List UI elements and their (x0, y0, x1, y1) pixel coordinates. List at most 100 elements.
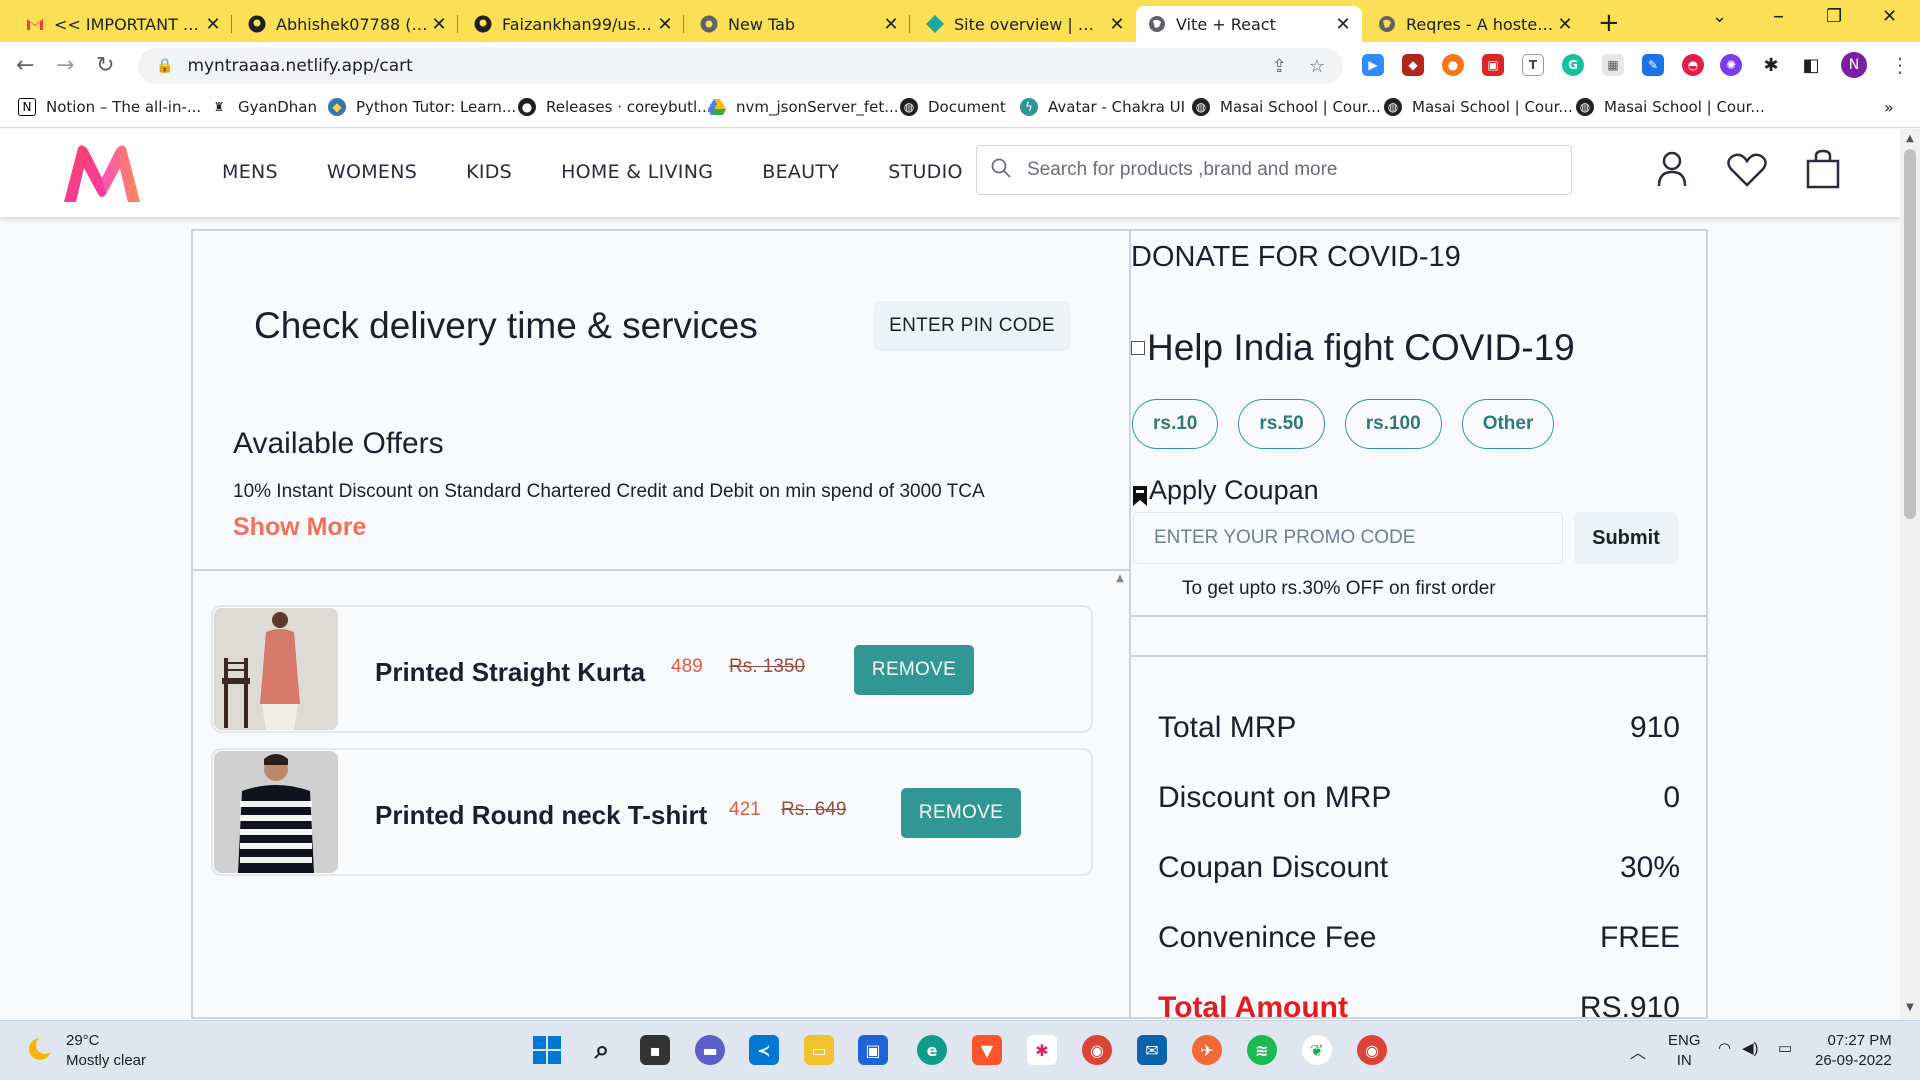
bag-icon[interactable] (1806, 149, 1840, 193)
language-indicator[interactable]: ENG IN (1668, 1031, 1701, 1071)
donate-amount-button[interactable]: rs.10 (1132, 399, 1219, 449)
bookmark-item[interactable]: ♜ GyanDhan (210, 98, 317, 116)
menu-dots-icon[interactable]: ⋮ (1890, 53, 1910, 77)
minimize-icon[interactable]: – (1773, 4, 1784, 29)
cart-scrollbar[interactable]: ▲ (1111, 573, 1129, 1013)
donate-amount-button[interactable]: rs.100 (1344, 399, 1442, 449)
nav-beauty[interactable]: BEAUTY (762, 161, 839, 183)
url-field[interactable]: 🔒 myntraaaa.netlify.app/cart ⇪ ☆ (138, 48, 1343, 84)
submit-button[interactable]: Submit (1574, 512, 1678, 564)
ublock-extension-icon[interactable]: ◆ (1402, 54, 1424, 76)
close-icon[interactable]: ✕ (430, 14, 448, 35)
new-tab-icon[interactable]: + (1598, 8, 1620, 38)
bookmark-star-icon[interactable]: ☆ (1309, 56, 1325, 77)
back-icon[interactable]: ← (16, 53, 34, 78)
chat-icon[interactable]: ▬ (695, 1035, 725, 1065)
close-icon[interactable]: ✕ (656, 14, 674, 35)
bookmarks-overflow[interactable]: » (1884, 98, 1894, 117)
close-icon[interactable]: ✕ (204, 14, 222, 35)
show-more-link[interactable]: Show More (233, 513, 366, 542)
extension-icon[interactable]: ● (1442, 54, 1464, 76)
windows-start-icon[interactable] (532, 1035, 562, 1065)
browser-tab[interactable]: << IMPORTANT READ ✕ (14, 6, 232, 42)
browser-tab[interactable]: Abhishek07788 (ABHI ✕ (236, 6, 458, 42)
myntra-logo[interactable] (62, 144, 142, 206)
close-icon[interactable]: ✕ (1334, 14, 1352, 35)
mongodb-icon[interactable]: ❦ (1302, 1035, 1332, 1065)
nav-studio[interactable]: STUDIO (888, 161, 963, 183)
bookmark-item[interactable]: N Notion – The all-in-... (18, 98, 201, 116)
browser-tab[interactable]: Reqres - A hosted RES ✕ (1366, 6, 1584, 42)
nav-kids[interactable]: KIDS (466, 161, 512, 183)
bookmark-item[interactable]: ϟ Avatar - Chakra UI (1020, 98, 1185, 116)
chrome-profile-icon[interactable]: ◉ (1357, 1035, 1387, 1065)
donate-amount-button[interactable]: rs.50 (1238, 399, 1325, 449)
color-picker-icon[interactable]: ✺ (1720, 54, 1742, 76)
video-extension-icon[interactable]: ▣ (1482, 54, 1504, 76)
enter-pin-code-button[interactable]: ENTER PIN CODE (874, 301, 1070, 351)
forward-icon[interactable]: → (56, 53, 74, 78)
close-icon[interactable]: ✕ (882, 14, 900, 35)
weather-widget[interactable]: 29°C Mostly clear (26, 1031, 146, 1071)
share-icon[interactable]: ⇪ (1272, 56, 1287, 77)
postman-icon[interactable]: ✈ (1192, 1035, 1222, 1065)
page-scrollbar[interactable]: ▲ ▼ (1900, 129, 1920, 1020)
reload-icon[interactable]: ↻ (96, 53, 114, 78)
scroll-up-icon[interactable]: ▲ (1900, 133, 1920, 144)
scroll-down-icon[interactable]: ▼ (1900, 1002, 1920, 1013)
mail-icon[interactable]: ✉ (1137, 1035, 1167, 1065)
task-view-icon[interactable]: ▪ (640, 1035, 670, 1065)
slack-icon[interactable]: ✱ (1027, 1035, 1057, 1065)
sidepanel-icon[interactable]: ◧ (1800, 54, 1822, 76)
brave-icon[interactable]: ▼ (972, 1035, 1002, 1065)
bookmark-item[interactable]: ◆ Python Tutor: Learn... (328, 98, 516, 116)
donate-checkbox[interactable] (1131, 341, 1145, 355)
spotify-icon[interactable]: ≋ (1247, 1035, 1277, 1065)
bookmark-item[interactable]: nvm_jsonServer_fet... (708, 98, 899, 116)
remove-button[interactable]: REMOVE (854, 645, 974, 695)
volume-icon[interactable]: ◀) (1742, 1039, 1759, 1057)
profile-avatar[interactable]: N (1841, 52, 1867, 78)
donate-amount-button[interactable]: Other (1461, 399, 1555, 449)
close-window-icon[interactable]: ✕ (1882, 6, 1897, 27)
grammarly-icon[interactable]: G (1562, 54, 1584, 76)
close-icon[interactable]: ✕ (1556, 14, 1574, 35)
tab-search-icon[interactable]: ⌄ (1712, 6, 1727, 27)
browser-tab[interactable]: New Tab ✕ (688, 6, 910, 42)
vscode-icon[interactable]: ≺ (749, 1035, 779, 1065)
bookmark-item[interactable]: ◍ Masai School | Cour... (1576, 98, 1765, 116)
pen-extension-icon[interactable]: ✎ (1642, 54, 1664, 76)
bookmark-item[interactable]: ● Releases · coreybutl... (518, 98, 711, 116)
zoom-extension-icon[interactable]: ▶ (1362, 54, 1384, 76)
scroll-up-icon[interactable]: ▲ (1111, 573, 1129, 584)
bookmark-item[interactable]: ◍ Document (900, 98, 1006, 116)
battery-icon[interactable]: ▭ (1778, 1039, 1792, 1057)
store-icon[interactable]: ▣ (858, 1035, 888, 1065)
close-icon[interactable]: ✕ (1108, 14, 1126, 35)
promo-code-input[interactable] (1133, 512, 1563, 564)
extension-icon[interactable]: ▦ (1602, 54, 1624, 76)
bookmark-item[interactable]: ◍ Masai School | Cour... (1192, 98, 1381, 116)
browser-tab[interactable]: Site overview | myntra ✕ (914, 6, 1136, 42)
search-input[interactable] (1027, 159, 1547, 181)
pokeball-extension-icon[interactable]: ◓ (1682, 54, 1704, 76)
chevron-up-icon[interactable]: ︿ (1630, 1039, 1646, 1063)
nav-womens[interactable]: WOMENS (327, 161, 417, 183)
scrollbar-thumb[interactable] (1904, 149, 1916, 519)
nav-mens[interactable]: MENS (222, 161, 278, 183)
browser-tab-active[interactable]: Vite + React ✕ (1136, 6, 1362, 42)
remove-button[interactable]: REMOVE (901, 788, 1021, 838)
wifi-icon[interactable]: ◠ (1718, 1039, 1731, 1057)
edge-icon[interactable]: e (917, 1035, 947, 1065)
chrome-icon[interactable]: ◉ (1082, 1035, 1112, 1065)
profile-icon[interactable] (1657, 151, 1687, 191)
extensions-puzzle-icon[interactable]: ✱ (1760, 54, 1782, 76)
search-icon[interactable]: ⌕ (587, 1035, 617, 1065)
nav-home-living[interactable]: HOME & LIVING (561, 161, 713, 183)
wishlist-heart-icon[interactable] (1727, 153, 1767, 191)
browser-tab[interactable]: Faizankhan99/used-la ✕ (462, 6, 684, 42)
text-extension-icon[interactable]: T (1522, 54, 1544, 76)
bookmark-item[interactable]: ◍ Masai School | Cour... (1384, 98, 1573, 116)
clock[interactable]: 07:27 PM 26-09-2022 (1815, 1031, 1892, 1071)
restore-icon[interactable]: ❐ (1826, 6, 1842, 27)
